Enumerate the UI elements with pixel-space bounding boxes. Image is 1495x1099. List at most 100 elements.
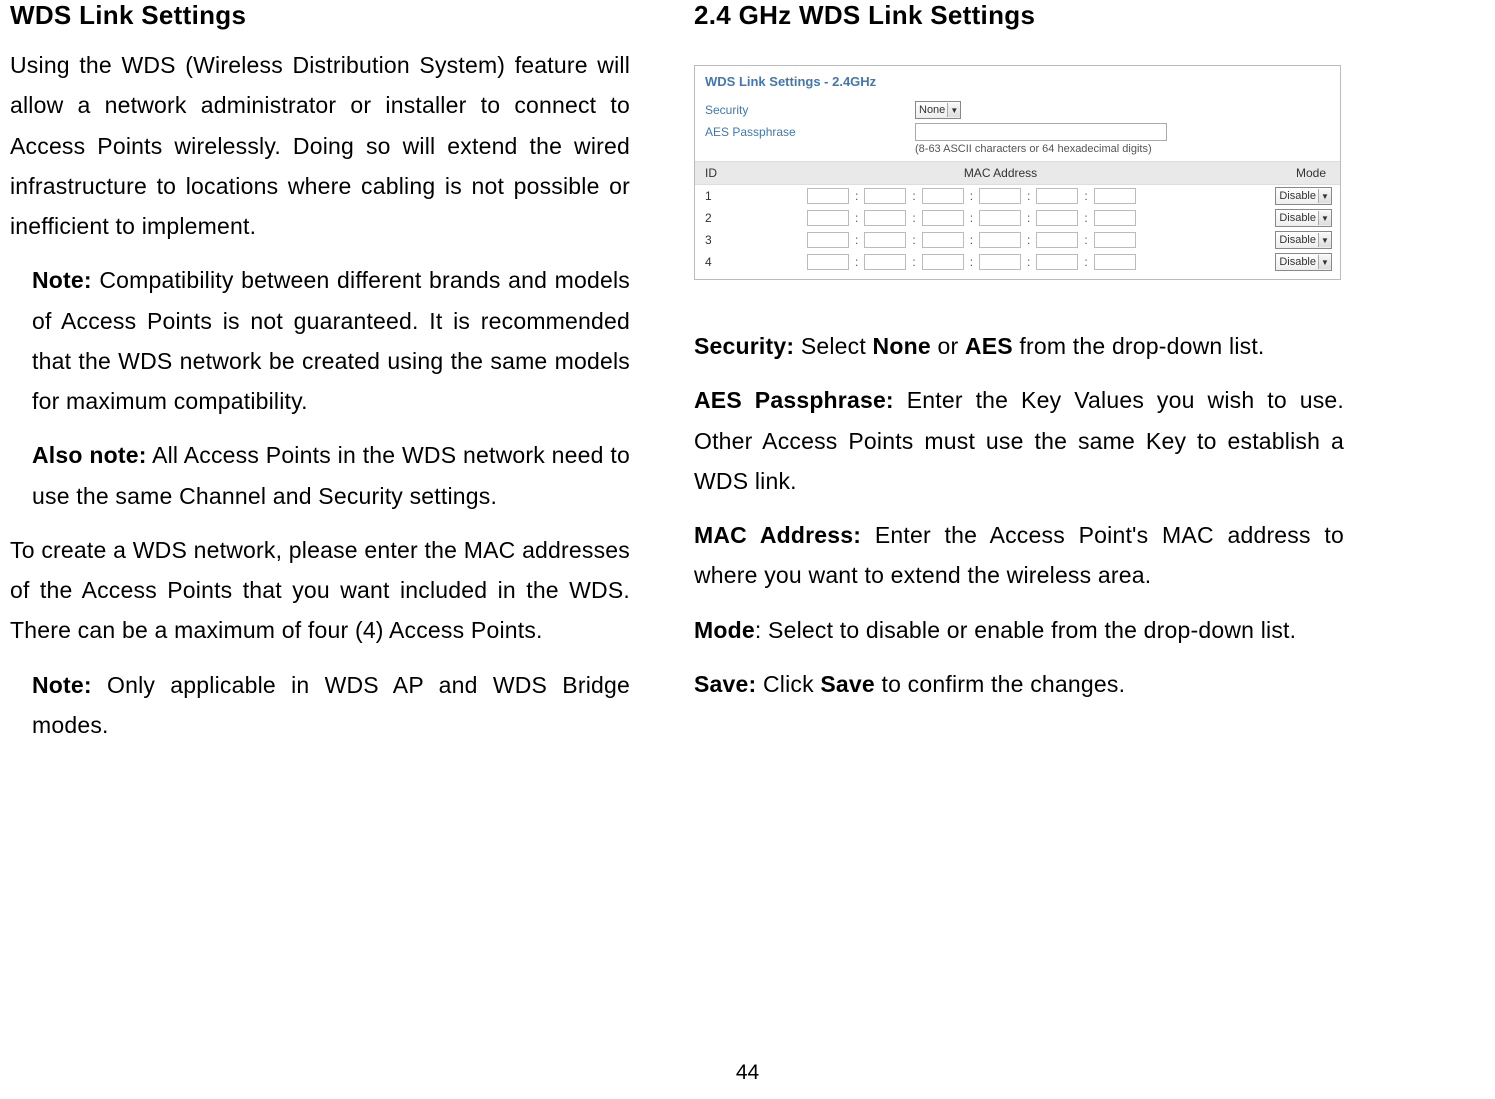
mac-separator: : — [906, 211, 921, 225]
chevron-down-icon: ▼ — [1318, 211, 1331, 225]
desc-mac: MAC Address: Enter the Access Point's MA… — [694, 515, 1344, 596]
wds-settings-panel: WDS Link Settings - 2.4GHz Security None… — [694, 65, 1341, 280]
mac-octet-input[interactable] — [1036, 210, 1078, 226]
desc-mode-label: Mode — [694, 617, 755, 643]
desc-save-label: Save: — [694, 671, 756, 697]
col-header-id: ID — [695, 162, 771, 185]
mac-separator: : — [849, 211, 864, 225]
chevron-down-icon: ▼ — [947, 103, 960, 117]
row-mode: Disable▼ — [1230, 185, 1340, 208]
mac-octet-input[interactable] — [864, 188, 906, 204]
mac-separator: : — [906, 233, 921, 247]
mac-octet-input[interactable] — [864, 210, 906, 226]
desc-security-aes: AES — [965, 333, 1013, 359]
mac-separator: : — [964, 233, 979, 247]
desc-security: Security: Select None or AES from the dr… — [694, 326, 1344, 366]
desc-save-word: Save — [820, 671, 875, 697]
mode-select-value: Disable — [1279, 256, 1316, 268]
mac-octet-input[interactable] — [1036, 254, 1078, 270]
aes-row: AES Passphrase — [695, 121, 1340, 143]
desc-security-rest: from the drop-down list. — [1013, 333, 1265, 359]
mode-select-value: Disable — [1279, 190, 1316, 202]
table-row: 4:::::Disable▼ — [695, 251, 1340, 273]
page-number: 44 — [0, 1061, 1495, 1085]
mac-octet-input[interactable] — [979, 254, 1021, 270]
mac-octet-input[interactable] — [1036, 188, 1078, 204]
mac-octet-input[interactable] — [922, 254, 964, 270]
mac-separator: : — [1021, 211, 1036, 225]
table-row: 1:::::Disable▼ — [695, 185, 1340, 208]
panel-title: WDS Link Settings - 2.4GHz — [695, 66, 1340, 99]
row-id: 3 — [695, 229, 771, 251]
desc-save-t1: Click — [756, 671, 820, 697]
mac-octet-input[interactable] — [1094, 232, 1136, 248]
security-label: Security — [705, 103, 915, 117]
mac-octet-input[interactable] — [979, 210, 1021, 226]
section-title-left: WDS Link Settings — [10, 0, 630, 31]
mac-separator: : — [1078, 255, 1093, 269]
mac-octet-input[interactable] — [922, 210, 964, 226]
desc-security-label: Security: — [694, 333, 794, 359]
mac-separator: : — [906, 189, 921, 203]
mac-octet-input[interactable] — [807, 254, 849, 270]
aes-label: AES Passphrase — [705, 125, 915, 139]
mac-separator: : — [1021, 233, 1036, 247]
mac-octet-input[interactable] — [979, 232, 1021, 248]
mac-separator: : — [849, 233, 864, 247]
mac-octet-input[interactable] — [864, 254, 906, 270]
row-id: 2 — [695, 207, 771, 229]
table-row: 3::::: Disable▼ — [695, 229, 1340, 251]
mac-octet-input[interactable] — [979, 188, 1021, 204]
mode-select[interactable]: Disable▼ — [1275, 209, 1332, 227]
row-mac: ::::: — [771, 207, 1230, 229]
desc-security-none: None — [873, 333, 931, 359]
row-mac: ::::: — [771, 185, 1230, 208]
row-id: 1 — [695, 185, 771, 208]
aes-passphrase-input[interactable] — [915, 123, 1167, 141]
mac-octet-input[interactable] — [1094, 254, 1136, 270]
row-mac: ::::: — [771, 251, 1230, 273]
security-select-value: None — [919, 104, 945, 116]
security-select[interactable]: None ▼ — [915, 101, 961, 119]
mode-select[interactable]: Disable▼ — [1275, 187, 1332, 205]
mac-separator: : — [1078, 189, 1093, 203]
intro-paragraph: Using the WDS (Wireless Distribution Sys… — [10, 45, 630, 246]
desc-security-t1: Select — [794, 333, 872, 359]
mac-separator: : — [1021, 189, 1036, 203]
row-mode: Disable▼ — [1230, 207, 1340, 229]
chevron-down-icon: ▼ — [1318, 189, 1331, 203]
note-applicable-label: Note: — [32, 672, 92, 698]
desc-aes-label: AES Passphrase: — [694, 387, 894, 413]
row-id: 4 — [695, 251, 771, 273]
mode-select[interactable]: Disable▼ — [1275, 231, 1332, 249]
mac-separator: : — [1078, 233, 1093, 247]
row-mode: Disable▼ — [1230, 229, 1340, 251]
mac-octet-input[interactable] — [1036, 232, 1078, 248]
mac-octet-input[interactable] — [922, 188, 964, 204]
mac-octet-input[interactable] — [1094, 210, 1136, 226]
mac-separator: : — [1021, 255, 1036, 269]
note-label: Note: — [32, 267, 92, 293]
mac-separator: : — [906, 255, 921, 269]
mac-separator: : — [964, 255, 979, 269]
mac-separator: : — [1078, 211, 1093, 225]
row-mode: Disable▼ — [1230, 251, 1340, 273]
mac-octet-input[interactable] — [864, 232, 906, 248]
desc-save: Save: Click Save to confirm the changes. — [694, 664, 1344, 704]
mac-octet-input[interactable] — [922, 232, 964, 248]
mac-octet-input[interactable] — [807, 188, 849, 204]
mac-octet-input[interactable] — [1094, 188, 1136, 204]
wds-table: ID MAC Address Mode 1:::::Disable▼2:::::… — [695, 161, 1340, 273]
mode-select[interactable]: Disable▼ — [1275, 253, 1332, 271]
desc-aes: AES Passphrase: Enter the Key Values you… — [694, 380, 1344, 501]
col-header-mac: MAC Address — [771, 162, 1230, 185]
mac-octet-input[interactable] — [807, 210, 849, 226]
desc-mode-text: : Select to disable or enable from the d… — [755, 617, 1296, 643]
mac-separator: : — [849, 255, 864, 269]
create-wds-paragraph: To create a WDS network, please enter th… — [10, 530, 630, 651]
mac-octet-input[interactable] — [807, 232, 849, 248]
mac-separator: : — [964, 189, 979, 203]
table-row: 2:::::Disable▼ — [695, 207, 1340, 229]
desc-security-or: or — [931, 333, 965, 359]
col-header-mode: Mode — [1230, 162, 1340, 185]
